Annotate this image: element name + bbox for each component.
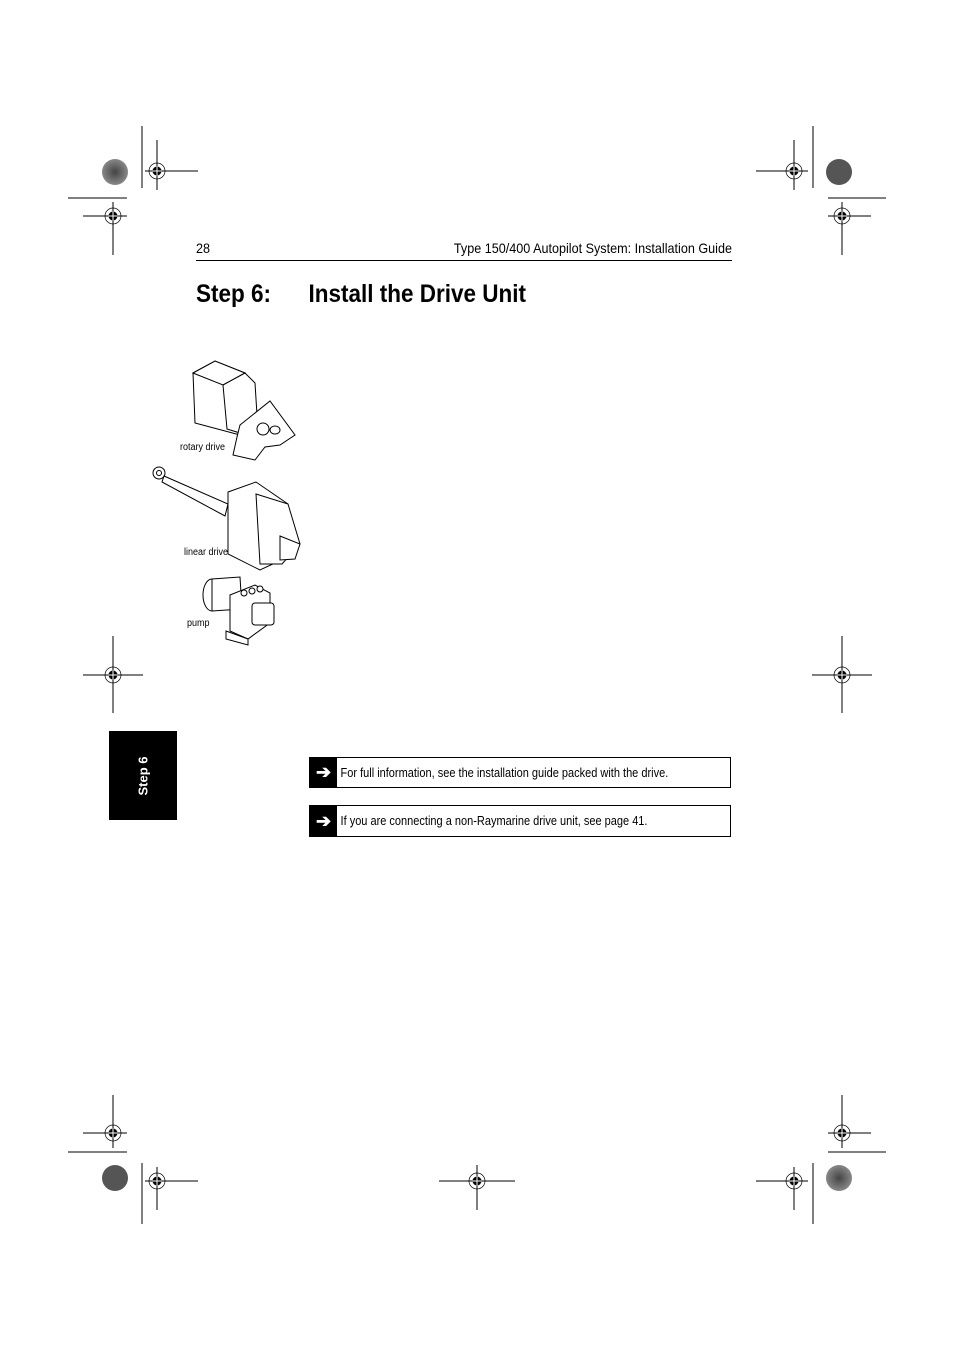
arrow-right-icon: ➔ [310,806,337,836]
side-tab-label: Step 6 [135,755,151,796]
figure-caption: rotary drive [180,442,226,453]
color-bar-circle [102,159,128,185]
page-title: Step 6: Install the Drive Unit [196,280,526,309]
step-title: Install the Drive Unit [308,280,527,308]
arrow-right-icon: ➔ [310,758,337,787]
figure-caption: pump [187,618,210,629]
step-number: Step 6: [196,280,272,308]
note-box: ➔ For full information, see the installa… [309,757,731,788]
note-box: ➔ If you are connecting a non-Raymarine … [309,805,731,837]
step-side-tab: Step 6 [109,731,177,820]
pump-illustration [202,576,275,646]
color-bar-circle [826,159,852,185]
page-number: 28 [196,240,211,256]
page-header: 28 Type 150/400 Autopilot System: Instal… [196,238,732,261]
note-text: For full information, see the installati… [340,765,669,780]
running-title: Type 150/400 Autopilot System: Installat… [453,240,732,256]
linear-drive-illustration [152,466,301,571]
registration-marks [68,126,886,1224]
figure-caption: linear drive [184,547,229,558]
note-text: If you are connecting a non-Raymarine dr… [340,814,648,828]
